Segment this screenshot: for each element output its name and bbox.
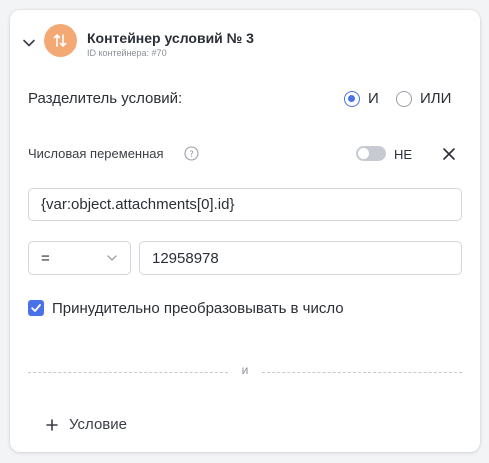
divider-text: и	[241, 363, 249, 377]
not-toggle-label: НЕ	[394, 147, 413, 162]
sort-arrows-icon	[53, 34, 67, 47]
condition-container-card: Контейнер условий № 3 ID контейнера: #70…	[10, 10, 480, 452]
divider-right	[262, 372, 462, 373]
separator-label: Разделитель условий:	[28, 90, 183, 107]
radio-and-label: И	[368, 90, 379, 107]
force-number-checkbox[interactable]	[28, 300, 44, 316]
condition-type-label: Числовая переменная	[28, 146, 164, 161]
close-icon[interactable]	[442, 147, 456, 161]
value-text: 12958978	[152, 249, 219, 267]
add-condition-button[interactable]: Условие	[46, 416, 127, 433]
help-icon[interactable]: ?	[184, 146, 199, 161]
operator-select[interactable]: =	[28, 241, 131, 275]
svg-text:?: ?	[189, 150, 194, 160]
not-toggle[interactable]	[356, 146, 386, 161]
force-number-label: Принудительно преобразовывать в число	[52, 300, 344, 317]
operator-value: =	[41, 249, 50, 267]
radio-button-and[interactable]	[344, 90, 360, 107]
chevron-down-icon	[107, 255, 117, 261]
expression-value: {var:object.attachments[0].id}	[41, 196, 235, 213]
radio-and[interactable]: И	[344, 90, 379, 107]
radio-or[interactable]: ИЛИ	[396, 90, 451, 107]
radio-button-or[interactable]	[396, 90, 412, 107]
expression-input[interactable]: {var:object.attachments[0].id}	[28, 188, 462, 221]
plus-icon	[46, 418, 58, 431]
collapse-chevron-icon[interactable]	[22, 36, 36, 50]
check-icon	[31, 304, 41, 312]
divider-left	[28, 372, 228, 373]
container-title: Контейнер условий № 3	[87, 30, 254, 46]
container-id: ID контейнера: #70	[87, 48, 167, 58]
container-avatar	[44, 24, 77, 57]
value-input[interactable]: 12958978	[139, 241, 462, 275]
radio-or-label: ИЛИ	[420, 90, 452, 107]
add-condition-label: Условие	[69, 416, 127, 433]
